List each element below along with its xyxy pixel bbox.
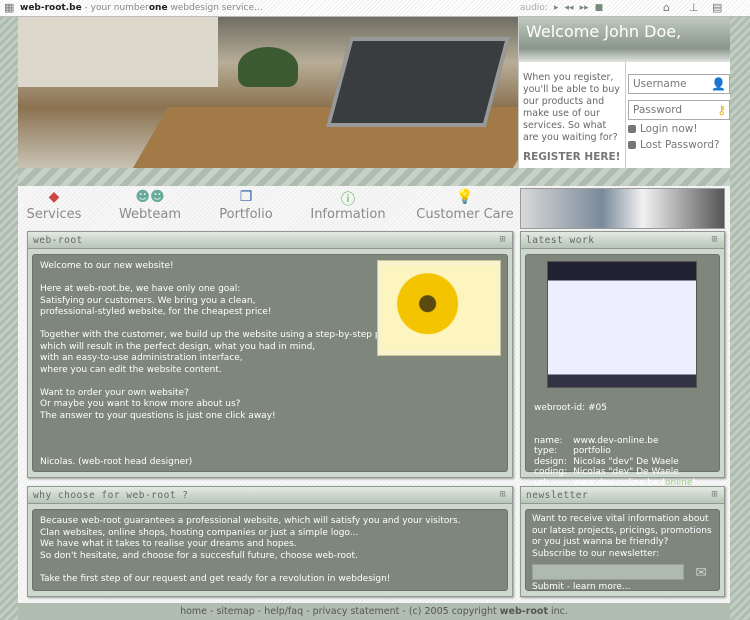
stop-icon[interactable]: ■ — [595, 3, 604, 13]
portfolio-windows-icon: ❐ — [239, 189, 253, 205]
lost-password-link[interactable]: Lost Password? — [628, 139, 720, 151]
play-icon[interactable]: ▸ — [554, 3, 559, 13]
login-panel: Welcome John Doe, When you register, you… — [518, 17, 730, 168]
footer-links[interactable]: home - sitemap - help/faq - privacy stat… — [180, 606, 500, 617]
user-icon: 👤 — [711, 77, 726, 91]
panel-title: newsletter — [526, 490, 589, 501]
panel-title: latest work — [526, 235, 595, 246]
bullet-icon — [628, 125, 636, 133]
forward-icon[interactable]: ▸▸ — [580, 3, 589, 13]
sitemap-icon[interactable]: ⊥ — [689, 2, 702, 14]
webteam-people-icon: ☻☻ — [135, 189, 165, 205]
work-id: webroot-id: #05 — [534, 402, 608, 413]
nav-portfolio[interactable]: ❐ Portfolio — [216, 189, 276, 222]
hero-photo — [18, 17, 518, 168]
contact-icon[interactable]: ▤ — [712, 2, 725, 14]
services-cubes-icon: ◆ — [48, 189, 60, 205]
bullet-icon — [628, 141, 636, 149]
password-input[interactable]: Password ⚷ — [628, 100, 730, 120]
audio-controls: audio: ▸ ◂◂ ▸▸ ■ — [520, 3, 603, 13]
why-content: Because web-root guarantees a profession… — [32, 509, 508, 591]
username-input[interactable]: Username 👤 — [628, 74, 730, 94]
welcome-title: Welcome John Doe, — [519, 17, 730, 62]
panel-title: web-root — [33, 235, 83, 246]
latest-work-content: webroot-id: #05 name: www.dev-online.be t… — [525, 254, 720, 488]
info-icon: ⓘ — [341, 192, 355, 208]
panel-toggle-icon[interactable]: ⊞ — [499, 489, 506, 500]
panel-title: why choose for web-root ? — [33, 490, 189, 501]
webroot-content: Welcome to our new website! Here at web-… — [32, 254, 508, 472]
audio-label: audio: — [520, 3, 548, 13]
latest-work-panel: latest work ⊞ webroot-id: #05 name: www.de… — [520, 231, 725, 488]
tagline-pre: - your number — [81, 3, 149, 13]
footer: home - sitemap - help/faq - privacy stat… — [18, 603, 730, 620]
password-placeholder: Password — [633, 104, 683, 116]
panel-toggle-icon[interactable]: ⊞ — [711, 489, 718, 500]
lightbulb-icon: 💡 — [456, 189, 474, 205]
signature: Nicolas. (web-root head designer) — [40, 456, 193, 467]
envelope-icon[interactable]: ✉ — [695, 566, 707, 579]
register-text: When you register, you'll be able to buy… — [523, 72, 620, 143]
site-logo-icon: ▦ — [4, 1, 15, 14]
site-tagline: web-root.be - your numberone webdesign s… — [20, 3, 263, 13]
meeting-photo — [520, 188, 725, 229]
website-thumbnail[interactable] — [547, 261, 697, 388]
panel-toggle-icon[interactable]: ⊞ — [499, 234, 506, 245]
footer-brand: web-root — [499, 606, 548, 617]
nav-services[interactable]: ◆ Services — [26, 189, 82, 222]
nav-customer-care[interactable]: 💡 Customer Care — [416, 189, 514, 222]
rewind-icon[interactable]: ◂◂ — [565, 3, 574, 13]
footer-suffix: inc. — [548, 606, 568, 617]
webroot-link[interactable]: web-root.be — [76, 284, 130, 294]
tagline-bold: one — [148, 3, 168, 13]
newsletter-email-input[interactable] — [532, 564, 684, 580]
work-details: webroot-id: #05 name: www.dev-online.be t… — [534, 392, 702, 499]
tagline-post: webdesign service... — [167, 3, 263, 13]
site-name[interactable]: web-root.be — [20, 3, 82, 13]
top-bar: ▦ web-root.be - your numberone webdesign… — [0, 0, 750, 17]
newsletter-panel: newsletter ⊞ Want to receive vital inform… — [520, 486, 725, 597]
newsletter-text: Want to receive vital information about … — [532, 514, 712, 559]
username-placeholder: Username — [633, 78, 687, 90]
newsletter-content: Want to receive vital information about … — [525, 509, 720, 594]
register-link[interactable]: REGISTER HERE! — [523, 151, 620, 163]
newsletter-submit-link[interactable]: Submit - learn more... — [532, 582, 713, 594]
login-link[interactable]: Login now! — [628, 123, 698, 135]
flower-image — [377, 260, 501, 356]
home-icon[interactable]: ⌂ — [663, 2, 676, 14]
why-choose-panel: why choose for web-root ? ⊞ Because web-r… — [27, 486, 513, 597]
nav-information[interactable]: ⓘ Information — [310, 189, 386, 222]
main-container: Welcome John Doe, When you register, you… — [18, 17, 730, 603]
nav-webteam[interactable]: ☻☻ Webteam — [116, 189, 184, 222]
webroot-panel: web-root ⊞ Welcome to our new website! He… — [27, 231, 513, 478]
panel-toggle-icon[interactable]: ⊞ — [711, 234, 718, 245]
key-icon: ⚷ — [717, 103, 726, 117]
